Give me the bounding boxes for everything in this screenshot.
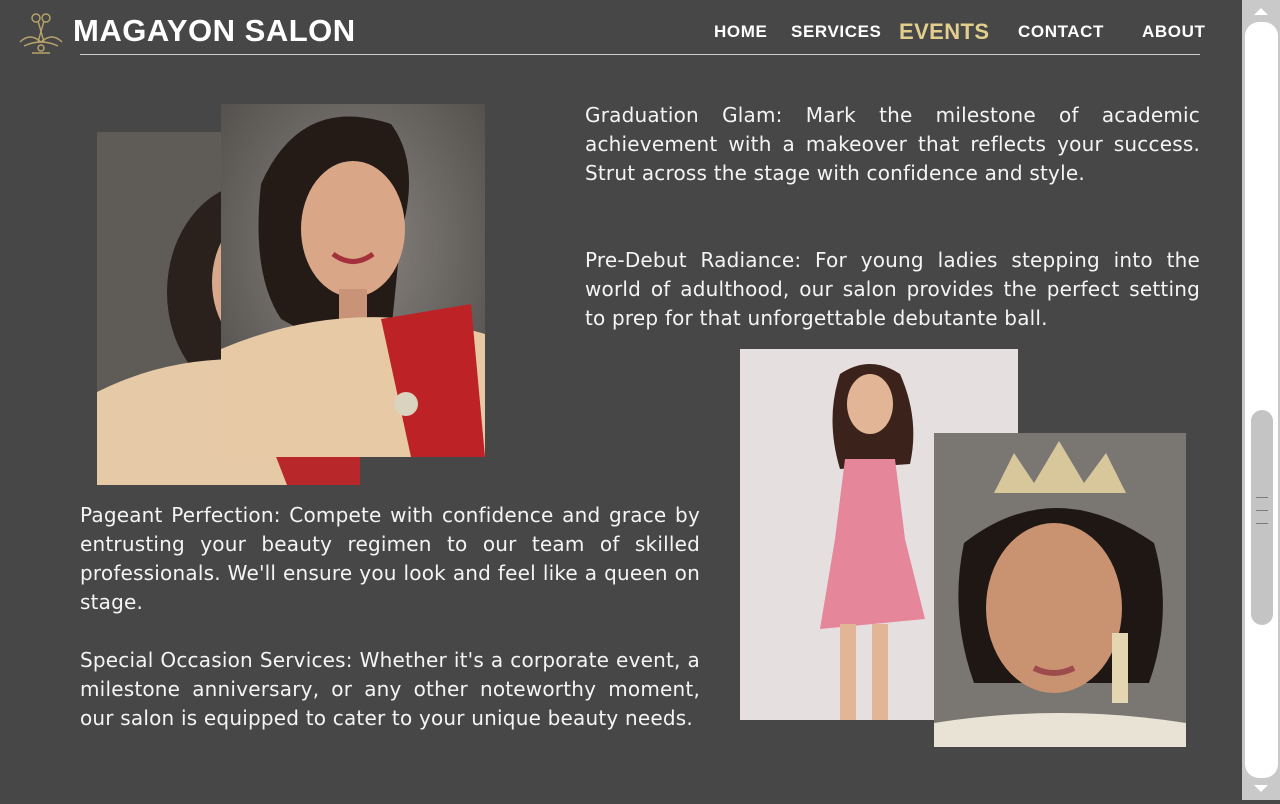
graduation-photo-front [221, 104, 485, 457]
nav-about-link[interactable]: ABOUT [1142, 22, 1205, 42]
header-divider [80, 54, 1200, 55]
scroll-down-arrow-icon[interactable] [1242, 778, 1280, 800]
pageant-queen-photo [934, 433, 1186, 747]
scroll-up-arrow-icon[interactable] [1242, 0, 1280, 22]
thumb-grip-line [1256, 497, 1268, 498]
nav-services-link[interactable]: SERVICES [791, 22, 881, 42]
brand-name[interactable]: MAGAYON SALON [73, 13, 356, 49]
pre-debut-text: Pre-Debut Radiance: For young ladies ste… [585, 248, 1200, 330]
pageant-perfection-text: Pageant Perfection: Compete with confide… [80, 503, 700, 614]
nav-home-link[interactable]: HOME [714, 22, 767, 42]
thumb-grip-line [1256, 510, 1268, 511]
special-occasion-text: Special Occasion Services: Whether it's … [80, 648, 700, 730]
scrollbar-track[interactable] [1245, 22, 1278, 778]
nav-events-link[interactable]: EVENTS [899, 19, 989, 45]
graduation-glam-text: Graduation Glam: Mark the milestone of a… [585, 103, 1200, 185]
thumb-grip-line [1256, 523, 1268, 524]
salon-logo-icon[interactable] [16, 8, 66, 58]
nav-contact-link[interactable]: CONTACT [1018, 22, 1104, 42]
scrollbar-thumb[interactable] [1251, 410, 1273, 625]
vertical-scrollbar[interactable] [1242, 0, 1280, 800]
